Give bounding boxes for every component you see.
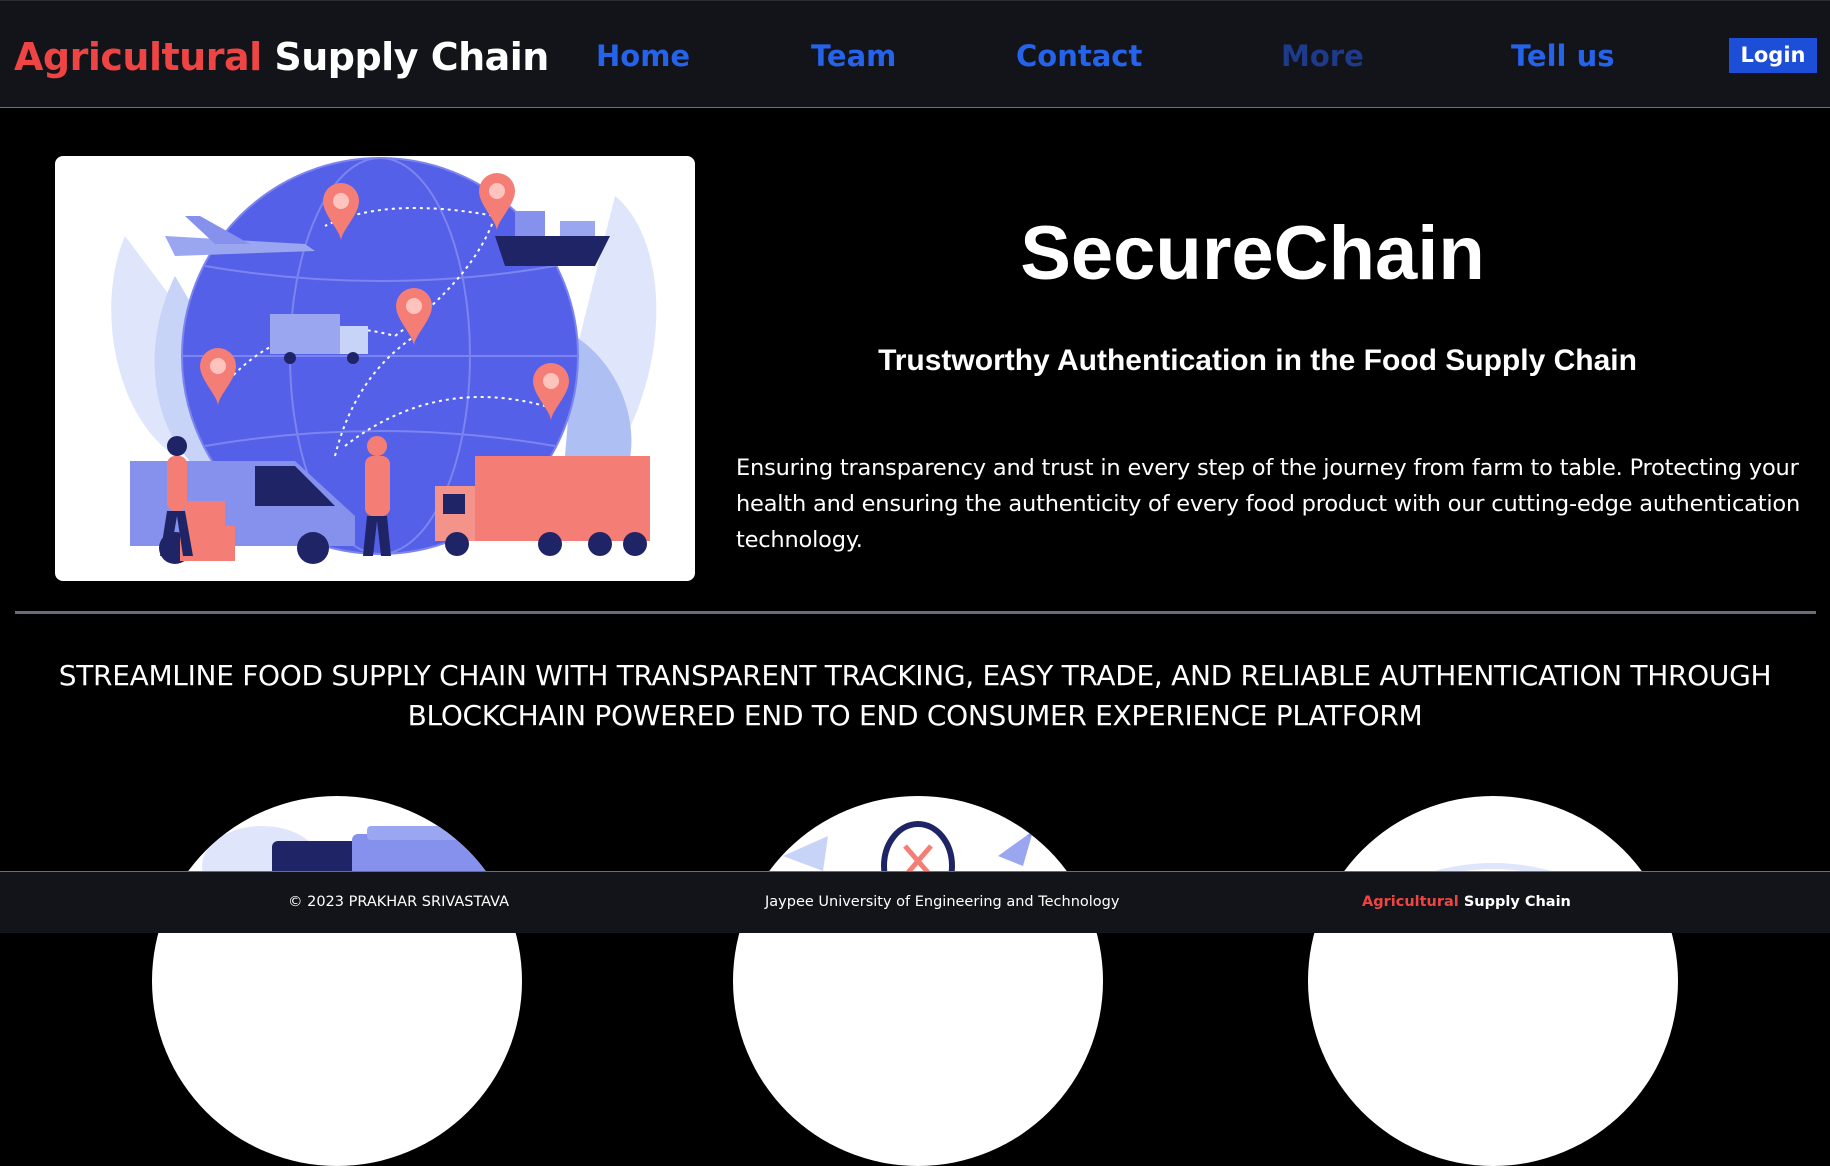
- brand-logo[interactable]: Agricultural Supply Chain: [14, 35, 549, 79]
- tracking-illustration-icon: [202, 826, 502, 906]
- footer-copyright: © 2023 PRAKHAR SRIVASTAVA: [288, 894, 510, 910]
- feature-authentication-card[interactable]: [1308, 796, 1678, 1166]
- footer-brand-supply-chain: Supply Chain: [1463, 894, 1571, 910]
- nav-more-link[interactable]: More: [1281, 39, 1364, 73]
- trade-illustration-icon: [783, 821, 1079, 911]
- global-logistics-illustration: [111, 157, 657, 564]
- hero-description: Ensuring transparency and trust in every…: [736, 455, 1801, 553]
- hero-illustration-card: [55, 156, 695, 581]
- feature-trade-card[interactable]: [733, 796, 1103, 1166]
- section-divider: [15, 611, 1816, 614]
- authentication-illustration-icon: [1427, 863, 1559, 879]
- footer: © 2023 PRAKHAR SRIVASTAVA Jaypee Univers…: [0, 871, 1830, 933]
- login-button[interactable]: Login: [1729, 38, 1817, 73]
- nav-contact-link[interactable]: Contact: [1016, 39, 1142, 73]
- platform-tagline: STREAMLINE FOOD SUPPLY CHAIN WITH TRANSP…: [58, 659, 1772, 732]
- hero-title: SecureChain: [1020, 211, 1485, 296]
- nav-tell-us-link[interactable]: Tell us: [1511, 39, 1614, 73]
- top-navbar: Agricultural Supply Chain Home Team Cont…: [0, 0, 1830, 108]
- hero-subtitle: Trustworthy Authentication in the Food S…: [878, 344, 1637, 377]
- brand-supply-chain: Supply Chain: [274, 35, 549, 79]
- nav-home-link[interactable]: Home: [596, 39, 690, 73]
- brand-agricultural: Agricultural: [14, 35, 262, 79]
- footer-brand-agricultural: Agricultural: [1362, 894, 1459, 910]
- footer-brand[interactable]: Agricultural Supply Chain: [1362, 894, 1571, 910]
- nav-team-link[interactable]: Team: [811, 39, 896, 73]
- feature-tracking-card[interactable]: [152, 796, 522, 1166]
- footer-university: Jaypee University of Engineering and Tec…: [765, 894, 1120, 910]
